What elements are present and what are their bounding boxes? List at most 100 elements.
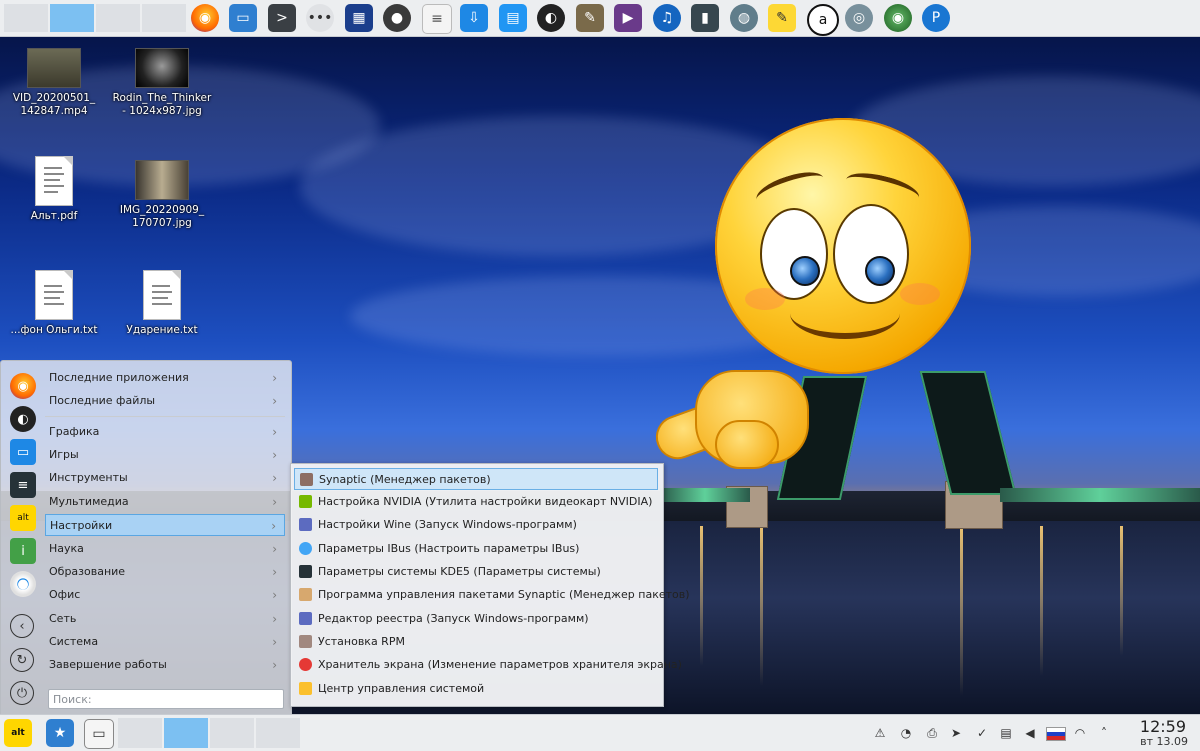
gimp-icon[interactable]: ✎ — [576, 4, 604, 32]
desktop-icon-pdf[interactable]: Альт.pdf — [4, 156, 104, 223]
application-menu: ◉ ◐ ▭ ≡ alt i ● ‹ ↻ ⏻ Последние приложен… — [0, 360, 292, 717]
kdeconnect-icon[interactable]: ◔ — [898, 725, 914, 741]
submenu-item-control-center[interactable]: Центр управления системой — [294, 678, 658, 700]
notification-bell-icon[interactable]: ⚠ — [872, 725, 888, 741]
submenu-item-package-manager[interactable]: Программа управления пакетами Synaptic (… — [294, 584, 690, 606]
globe-icon[interactable]: ◉ — [884, 4, 912, 32]
wifi-icon[interactable]: ◠ — [1072, 725, 1088, 741]
virtual-desktop-1[interactable] — [4, 4, 48, 32]
printer-icon[interactable]: ⎙ — [924, 725, 940, 741]
submenu-item-registry-editor[interactable]: Редактор реестра (Запуск Windows-програм… — [294, 608, 658, 630]
submenu-item-label: Программа управления пакетами Synaptic (… — [318, 588, 690, 601]
menu-item-games[interactable]: Игры › — [45, 444, 285, 466]
updates-icon[interactable]: ✓ — [974, 725, 990, 741]
webcam-app-icon[interactable]: ◐ — [10, 406, 36, 432]
clock-time[interactable]: 12:59 — [1140, 717, 1186, 736]
menu-item-office[interactable]: Офис › — [45, 584, 285, 606]
taskbar-slot-4[interactable] — [256, 718, 300, 748]
firefox-icon[interactable]: ◉ — [10, 373, 36, 399]
firefox-icon[interactable]: ◉ — [191, 4, 219, 32]
submenu-item-label: Настройки Wine (Запуск Windows-программ) — [318, 518, 577, 531]
document-icon[interactable]: ▤ — [499, 4, 527, 32]
chromium-icon[interactable]: ● — [10, 571, 36, 597]
camera-icon[interactable]: ◎ — [845, 4, 873, 32]
restart-icon[interactable]: ↻ — [10, 648, 34, 672]
video-player-icon[interactable]: ▶ — [614, 4, 642, 32]
chevron-right-icon: › — [272, 371, 277, 385]
menu-item-network[interactable]: Сеть › — [45, 608, 285, 630]
headphones-icon[interactable]: ♫ — [653, 4, 681, 32]
keyboard-layout-flag-icon[interactable] — [1046, 727, 1066, 741]
pinta-icon[interactable]: P — [922, 4, 950, 32]
back-arrow-icon[interactable]: ‹ — [10, 614, 34, 638]
taskbar-slot-2[interactable] — [164, 718, 208, 748]
info-icon[interactable]: i — [10, 538, 36, 564]
altlinux-logo-icon[interactable]: alt — [10, 505, 36, 531]
chevron-right-icon: › — [272, 588, 277, 602]
menu-item-label: Игры — [49, 448, 79, 461]
clock-date[interactable]: вт 13.09 — [1140, 735, 1188, 748]
virtual-desktop-2[interactable] — [50, 4, 94, 32]
chevron-right-icon: › — [272, 542, 277, 556]
menu-item-system[interactable]: Система › — [45, 631, 285, 653]
show-desktop-icon[interactable]: ▭ — [84, 719, 114, 749]
anydesk-icon[interactable]: a — [807, 4, 839, 36]
video-editor-icon[interactable]: ▮ — [691, 4, 719, 32]
menu-item-education[interactable]: Образование › — [45, 561, 285, 583]
menu-item-recent-apps[interactable]: Последние приложения › — [45, 367, 285, 389]
menu-item-shutdown[interactable]: Завершение работы › — [45, 654, 285, 676]
menu-item-tools[interactable]: Инструменты › — [45, 467, 285, 489]
chevron-right-icon: › — [272, 394, 277, 408]
desktop-icon-txt-1[interactable]: ...фон Ольги.txt — [4, 270, 104, 337]
volume-icon[interactable]: ◀ — [1022, 725, 1038, 741]
chat-icon[interactable]: ▭ — [10, 439, 36, 465]
more-apps-icon[interactable]: ••• — [306, 4, 334, 32]
submenu-item-screensaver[interactable]: Хранитель экрана (Изменение параметров х… — [294, 654, 682, 676]
desktop-icon-video[interactable]: VID_20200501_ 142847.mp4 — [4, 48, 104, 118]
submenu-item-rpm-install[interactable]: Установка RPM — [294, 631, 658, 653]
folder-icon[interactable]: ★ — [46, 719, 74, 747]
chevron-right-icon: › — [272, 612, 277, 626]
altlinux-menu-icon[interactable]: alt — [4, 719, 32, 747]
software-center-icon[interactable]: ⇩ — [460, 4, 488, 32]
desktop-icon-label: Ударение.txt — [126, 324, 198, 336]
expand-tray-chevron-icon[interactable]: ˄ — [1096, 725, 1112, 741]
telegram-icon[interactable]: ➤ — [948, 725, 964, 741]
virtual-desktop-3[interactable] — [96, 4, 140, 32]
notes-icon[interactable]: ✎ — [768, 4, 796, 32]
terminal-icon[interactable]: > — [268, 4, 296, 32]
menu-item-multimedia[interactable]: Мультимедиа › — [45, 491, 285, 513]
menu-search-input[interactable]: Поиск: — [48, 689, 284, 709]
submenu-item-kde-settings[interactable]: Параметры системы KDE5 (Параметры систем… — [294, 561, 658, 583]
virtual-desktop-4[interactable] — [142, 4, 186, 32]
menu-item-label: Графика — [49, 425, 100, 438]
menu-item-label: Инструменты — [49, 471, 128, 484]
calculator-icon[interactable]: ▦ — [345, 4, 373, 32]
power-icon[interactable]: ⏻ — [10, 681, 34, 705]
submenu-item-ibus[interactable]: Параметры IBus (Настроить параметры IBus… — [294, 538, 658, 560]
favorites-column: ◉ ◐ ▭ ≡ alt i ● ‹ ↻ ⏻ — [1, 361, 43, 716]
desktop-icon-rodin-image[interactable]: Rodin_The_Thinker- 1024x987.jpg — [112, 48, 212, 118]
submenu-item-wine[interactable]: Настройки Wine (Запуск Windows-программ) — [294, 514, 658, 536]
submenu-item-nvidia[interactable]: Настройка NVIDIA (Утилита настройки виде… — [294, 491, 658, 513]
menu-item-science[interactable]: Наука › — [45, 538, 285, 560]
desktop-icon-label: ...фон Ольги.txt — [10, 324, 98, 336]
chevron-right-icon: › — [271, 519, 276, 533]
webcam-app-icon[interactable]: ◐ — [537, 4, 565, 32]
menu-item-recent-files[interactable]: Последние файлы › — [45, 390, 285, 412]
taskbar-slot-3[interactable] — [210, 718, 254, 748]
menu-item-settings[interactable]: Настройки › — [45, 514, 285, 536]
desktop-icon-img-photo[interactable]: IMG_20220909_ 170707.jpg — [112, 160, 212, 230]
file-manager-icon[interactable]: ▭ — [229, 4, 257, 32]
submenu-item-synaptic[interactable]: Synaptic (Менеджер пакетов) — [294, 468, 658, 490]
desktop-icon-txt-2[interactable]: Ударение.txt — [112, 270, 212, 337]
clipboard-icon[interactable]: ▤ — [998, 725, 1014, 741]
chevron-right-icon: › — [272, 495, 277, 509]
record-icon[interactable]: ● — [383, 4, 411, 32]
settings-sliders-icon[interactable]: ≡ — [10, 472, 36, 498]
menu-item-graphics[interactable]: Графика › — [45, 421, 285, 443]
text-editor-icon[interactable]: ≡ — [422, 4, 452, 34]
taskbar-slot-1[interactable] — [118, 718, 162, 748]
submenu-item-label: Редактор реестра (Запуск Windows-програм… — [318, 612, 589, 625]
system-monitor-icon[interactable]: ◍ — [730, 4, 758, 32]
